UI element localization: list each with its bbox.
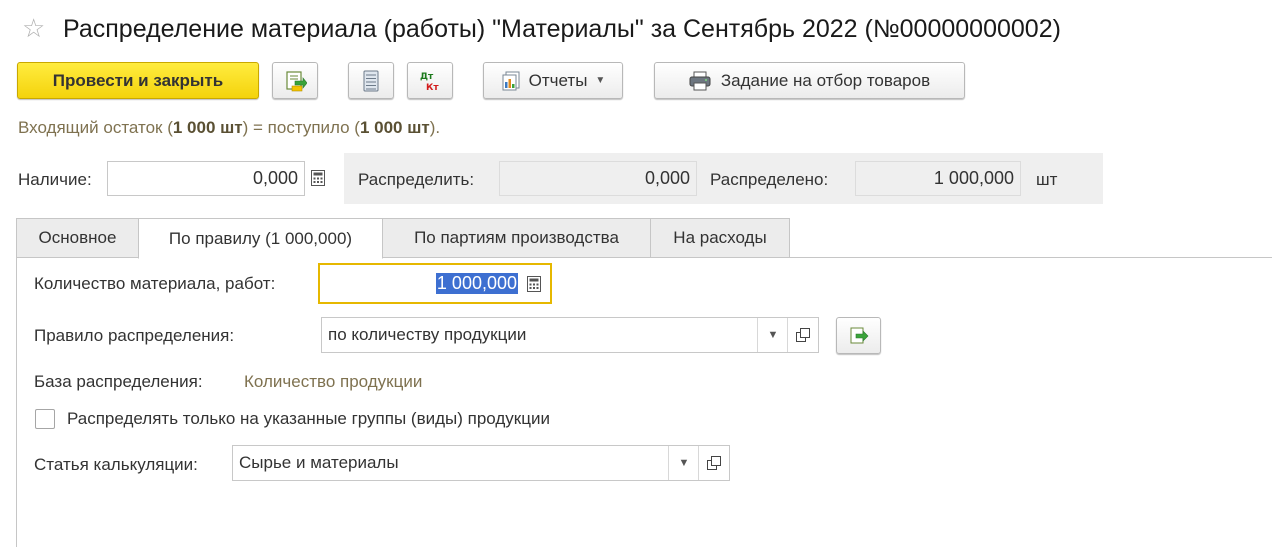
dt-kt-postings-icon: Дт Кт xyxy=(417,69,443,93)
received-qty: 1 000 шт xyxy=(359,118,430,137)
favorite-star-icon[interactable]: ☆ xyxy=(22,13,45,43)
availability-field[interactable]: 0,000 xyxy=(107,161,305,196)
fill-base-icon xyxy=(848,326,870,346)
tab-by-rule[interactable]: По правилу (1 000,000) xyxy=(138,218,383,259)
fill-distribution-base-button[interactable] xyxy=(836,317,881,354)
availability-label: Наличие: xyxy=(18,170,92,189)
cost-item-label: Статья калькуляции: xyxy=(34,455,198,474)
info-suffix: ). xyxy=(429,118,441,137)
info-prefix: Входящий остаток ( xyxy=(18,118,173,137)
post-and-close-button[interactable]: Провести и закрыть xyxy=(17,62,259,99)
info-middle: ) = поступило ( xyxy=(242,118,360,137)
post-document-icon xyxy=(283,69,307,93)
picking-task-button[interactable]: Задание на отбор товаров xyxy=(654,62,965,99)
page-title: Распределение материала (работы) "Матери… xyxy=(63,15,1061,43)
chevron-down-icon[interactable]: ▼ xyxy=(757,318,788,352)
tab-to-expenses[interactable]: На расходы xyxy=(650,218,790,258)
calculator-icon[interactable] xyxy=(307,167,329,189)
distribution-rule-value: по количеству продукции xyxy=(328,325,527,344)
material-qty-label: Количество материала, работ: xyxy=(34,274,276,293)
to-distribute-field: 0,000 xyxy=(499,161,697,196)
open-form-icon[interactable] xyxy=(698,446,729,480)
dt-kt-postings-button[interactable]: Дт Кт xyxy=(407,62,453,99)
tab-main[interactable]: Основное xyxy=(16,218,139,258)
distributed-field: 1 000,000 xyxy=(855,161,1021,196)
incoming-balance-info: Входящий остаток (1 000 шт) = поступило … xyxy=(18,118,440,138)
cost-item-select[interactable]: Сырье и материалы ▼ xyxy=(232,445,730,481)
open-form-icon[interactable] xyxy=(787,318,818,352)
cost-item-value: Сырье и материалы xyxy=(239,453,399,472)
base-value: Количество продукции xyxy=(244,372,423,391)
base-label: База распределения: xyxy=(34,372,203,391)
rule-label: Правило распределения: xyxy=(34,326,235,345)
printer-icon xyxy=(689,71,711,91)
tab-by-production-batches[interactable]: По партиям производства xyxy=(382,218,651,258)
document-list-icon xyxy=(362,70,380,92)
reports-icon xyxy=(501,71,521,91)
svg-text:Кт: Кт xyxy=(426,83,439,93)
reports-menu-button[interactable]: Отчеты ▼ xyxy=(483,62,623,99)
unit-label: шт xyxy=(1036,170,1058,189)
only-groups-checkbox[interactable] xyxy=(35,409,55,429)
svg-text:Дт: Дт xyxy=(420,72,434,82)
post-button[interactable] xyxy=(272,62,318,99)
reports-label: Отчеты xyxy=(528,70,588,90)
chevron-down-icon: ▼ xyxy=(595,75,606,86)
tab-panel-border xyxy=(16,257,17,547)
only-groups-label[interactable]: Распределять только на указанные группы … xyxy=(67,409,550,429)
calculator-icon[interactable] xyxy=(523,273,545,295)
distributed-label: Распределено: xyxy=(710,170,829,189)
picking-task-label: Задание на отбор товаров xyxy=(720,70,931,90)
chevron-down-icon[interactable]: ▼ xyxy=(668,446,699,480)
incoming-qty: 1 000 шт xyxy=(172,118,243,137)
to-distribute-label: Распределить: xyxy=(358,170,475,189)
material-qty-field[interactable]: 1 000,000 xyxy=(318,263,552,304)
material-qty-value: 1 000,000 xyxy=(435,273,518,294)
document-list-button[interactable] xyxy=(348,62,394,99)
distribution-rule-select[interactable]: по количеству продукции ▼ xyxy=(321,317,819,353)
